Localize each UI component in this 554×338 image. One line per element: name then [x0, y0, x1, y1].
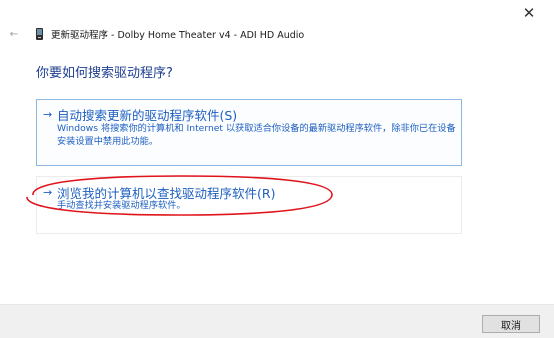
arrow-right-icon: → — [43, 108, 53, 121]
title-bar: ← 更新驱动程序 - Dolby Home Theater v4 - ADI H… — [8, 25, 304, 43]
close-button[interactable]: ✕ — [518, 2, 540, 24]
device-icon — [36, 28, 43, 40]
footer-bar: 取消 — [0, 304, 554, 338]
back-button[interactable]: ← — [8, 29, 20, 40]
page-heading: 你要如何搜索驱动程序? — [36, 66, 173, 81]
window-title: 更新驱动程序 - Dolby Home Theater v4 - ADI HD … — [51, 30, 305, 41]
close-icon: ✕ — [522, 4, 536, 22]
back-arrow-icon: ← — [9, 28, 19, 40]
cancel-button[interactable]: 取消 — [482, 315, 540, 333]
auto-search-description: Windows 将搜索你的计算机和 Internet 以获取适合你设备的最新驱动… — [57, 123, 456, 147]
highlight-circle-annotation — [26, 175, 333, 216]
driver-update-window: ✕ ← 更新驱动程序 - Dolby Home Theater v4 - ADI… — [0, 0, 554, 338]
auto-search-option[interactable]: → 自动搜索更新的驱动程序软件(S) Windows 将搜索你的计算机和 Int… — [36, 99, 462, 166]
